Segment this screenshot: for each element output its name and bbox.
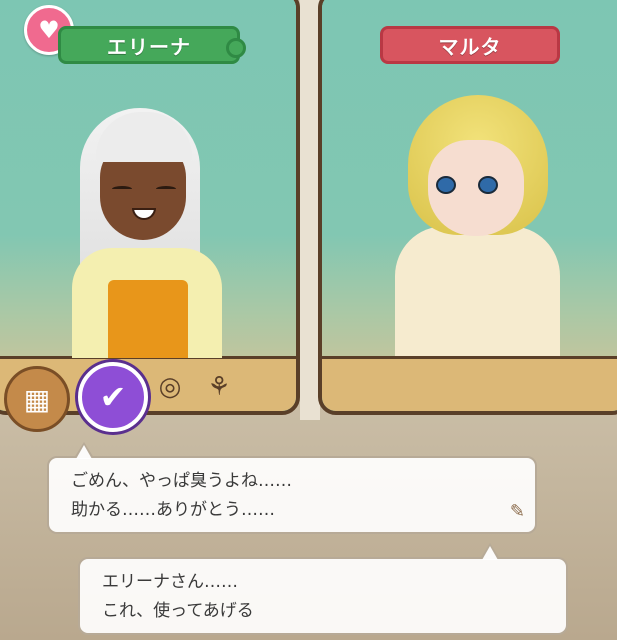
right-character-name: マルタ: [438, 34, 502, 59]
elina-right-eye: [156, 186, 176, 192]
right-character-nametag: マルタ: [380, 26, 560, 64]
dialogue-bubble-elina[interactable]: ごめん、やっぱ臭うよね…… 助かる……ありがとう…… ✎: [47, 442, 537, 534]
dialogue-bubble-marta[interactable]: エリーナさん…… これ、使ってあげる: [78, 543, 568, 635]
ring-icon[interactable]: ◎: [153, 370, 187, 404]
quill-icon: ✎: [509, 501, 525, 522]
dialogue-line: ごめん、やっぱ臭うよね……: [71, 471, 292, 491]
left-character-nametag: エリーナ: [58, 26, 246, 64]
dialogue-line: エリーナさん……: [102, 572, 238, 592]
building-icon[interactable]: ▦: [4, 366, 70, 432]
left-character-name: エリーナ: [107, 34, 191, 59]
dialogue-line: これ、使ってあげる: [102, 601, 254, 621]
background-street: [300, 0, 320, 420]
wheat-icon[interactable]: ⚘: [202, 370, 236, 404]
elina-bodice: [108, 280, 188, 358]
marta-left-eye: [436, 176, 456, 194]
marta-tunic: [395, 226, 560, 356]
marta-right-eye: [478, 176, 498, 194]
right-panel-footer: [322, 356, 617, 411]
check-icon[interactable]: ✔: [78, 362, 148, 432]
elina-left-eye: [112, 186, 132, 192]
dialogue-line: 助かる……ありがとう……: [71, 500, 275, 520]
